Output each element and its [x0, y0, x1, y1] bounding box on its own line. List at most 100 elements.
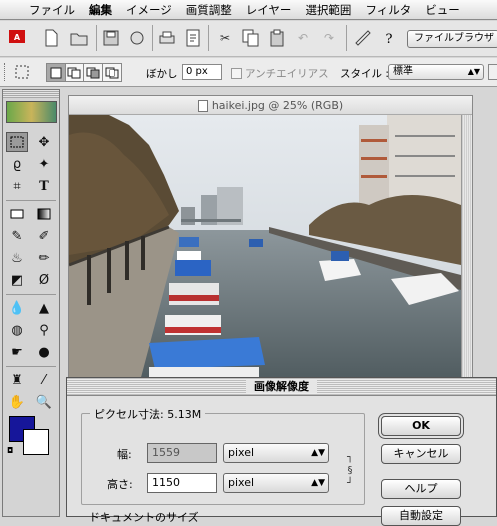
auto-button[interactable]: 自動設定: [381, 506, 461, 526]
feather-label: ぼかし :: [146, 68, 185, 80]
antialias-checkbox[interactable]: アンチエイリアス: [231, 66, 329, 81]
pencil-tool-icon[interactable]: ✏: [33, 248, 55, 268]
paint-bucket-tool-icon[interactable]: ♨: [6, 248, 28, 268]
type-tool-icon[interactable]: T: [33, 176, 55, 196]
zoom-tool-icon[interactable]: 🔍: [33, 392, 55, 412]
height-unit-value: pixel: [228, 476, 255, 489]
chevron-updown-icon: ▲▼: [311, 478, 325, 488]
adobe-online-icon[interactable]: [6, 101, 57, 123]
help-button[interactable]: ヘルプ: [381, 479, 461, 499]
file-browser-tab[interactable]: ファイルブラウザ: [407, 30, 497, 48]
crop-tool-icon[interactable]: ⌗: [6, 176, 28, 196]
sponge-tool-icon[interactable]: ◍: [6, 320, 28, 340]
image-canvas[interactable]: [69, 115, 461, 385]
antialias-label: アンチエイリアス: [245, 68, 329, 80]
gradient-tool-icon[interactable]: [33, 204, 55, 224]
redo-icon[interactable]: ↷: [318, 27, 340, 49]
document-file-icon: [197, 100, 208, 112]
dialog-titlebar[interactable]: 画像解像度: [67, 378, 496, 396]
magic-wand-tool-icon[interactable]: ✦: [33, 154, 55, 174]
eyedropper-tool-icon[interactable]: ✎: [6, 226, 28, 246]
move-tool-icon[interactable]: ✥: [33, 132, 55, 152]
subtract-selection-icon[interactable]: [84, 64, 103, 81]
blur-tool-icon[interactable]: 💧: [6, 298, 28, 318]
burn-tool-icon[interactable]: ●: [33, 342, 55, 362]
document-size-label: ドキュメントのサイズ: [89, 511, 199, 524]
image-size-dialog: 画像解像度 ピクセル寸法: 5.13M 幅: 1559 pixel ▲▼ 高さ:…: [66, 377, 497, 526]
height-field[interactable]: 1150: [147, 473, 217, 493]
svg-text:?: ?: [386, 32, 393, 47]
print-icon[interactable]: [156, 27, 178, 49]
default-colors-icon[interactable]: ◘: [7, 446, 13, 455]
chevron-updown-icon: ▲▼: [311, 448, 325, 458]
options-grip[interactable]: [4, 63, 6, 81]
menu-adjust[interactable]: 画質調整: [179, 2, 239, 18]
clone-stamp-tool-icon[interactable]: ⚲: [33, 320, 55, 340]
pixel-dimensions-label: ピクセル寸法: 5.13M: [90, 406, 206, 422]
menu-image[interactable]: イメージ: [119, 2, 179, 18]
toolbox: ✥ ϱ ✦ ⌗ T ✎ ✐ ♨ ✏ ◩ Ø 💧 ▲ ◍ ⚲ ☛ ● ♜ ⁄ ✋ …: [2, 89, 60, 517]
new-selection-icon[interactable]: [47, 64, 66, 81]
history-brush-tool-icon[interactable]: Ø: [33, 270, 55, 290]
ok-button[interactable]: OK: [381, 416, 461, 436]
notes-eyedropper-tool-icon[interactable]: ⁄: [33, 370, 55, 390]
document-window: haikei.jpg @ 25% (RGB): [68, 95, 473, 385]
constrain-link-icon: ┐ § ┘: [346, 452, 354, 489]
menu-file[interactable]: ファイル: [22, 2, 82, 18]
dialog-title: 画像解像度: [246, 380, 317, 393]
eraser-tool-icon[interactable]: ◩: [6, 270, 28, 290]
smudge-tool-icon[interactable]: ☛: [6, 342, 28, 362]
ruler-icon[interactable]: [352, 27, 374, 49]
cancel-button[interactable]: キャンセル: [381, 444, 461, 464]
intersect-selection-icon[interactable]: [103, 64, 121, 81]
palette-well-edge: [488, 64, 497, 80]
width-label: 幅:: [117, 448, 132, 461]
style-label: スタイル :: [340, 68, 389, 80]
height-label: 高さ:: [107, 478, 133, 491]
document-titlebar[interactable]: haikei.jpg @ 25% (RGB): [69, 96, 472, 115]
canal-photo: [69, 115, 461, 385]
brush-tool-icon[interactable]: ✐: [33, 226, 55, 246]
vertical-scrollbar[interactable]: [461, 115, 472, 385]
rectangular-marquee-tool-icon[interactable]: [6, 132, 28, 152]
style-select[interactable]: 標準 ▲▼: [388, 64, 484, 80]
undo-icon[interactable]: ↶: [292, 27, 314, 49]
open-folder-icon[interactable]: [68, 27, 90, 49]
paste-icon[interactable]: [266, 27, 288, 49]
width-unit-value: pixel: [228, 446, 255, 459]
marquee-preset-icon[interactable]: [14, 64, 30, 83]
feather-input[interactable]: 0 px: [182, 64, 222, 80]
height-unit-select[interactable]: pixel ▲▼: [223, 473, 329, 493]
width-field[interactable]: 1559: [147, 443, 217, 463]
page-setup-icon[interactable]: [182, 27, 204, 49]
rectangle-shape-tool-icon[interactable]: [6, 204, 28, 224]
save-icon[interactable]: [100, 27, 122, 49]
menu-filter[interactable]: フィルタ: [358, 2, 418, 18]
cut-icon[interactable]: ✂: [214, 27, 236, 49]
lasso-tool-icon[interactable]: ϱ: [6, 154, 28, 174]
menu-select[interactable]: 選択範囲: [298, 2, 358, 18]
main-toolbar: A ✂ ↶ ↷ ? ファイルブラウザ: [0, 21, 497, 57]
adobe-logo-icon[interactable]: A: [6, 27, 28, 49]
new-document-icon[interactable]: [40, 27, 62, 49]
help-icon[interactable]: ?: [378, 27, 400, 49]
background-color-swatch[interactable]: [23, 429, 49, 455]
menu-bar: ファイル 編集 イメージ 画質調整 レイヤー 選択範囲 フィルタ ビュー: [0, 0, 497, 20]
chevron-updown-icon: ▲▼: [467, 67, 480, 76]
pen-tool-icon[interactable]: ♜: [6, 370, 28, 390]
add-selection-icon[interactable]: [66, 64, 84, 81]
style-select-value: 標準: [393, 66, 413, 77]
toolbox-grip[interactable]: [3, 90, 59, 98]
width-unit-select[interactable]: pixel ▲▼: [223, 443, 329, 463]
copy-icon[interactable]: [240, 27, 262, 49]
selection-mode-group: [46, 63, 122, 82]
menu-view[interactable]: ビュー: [418, 2, 467, 18]
svg-text:A: A: [14, 33, 21, 42]
sharpen-tool-icon[interactable]: ▲: [33, 298, 55, 318]
menu-layer[interactable]: レイヤー: [239, 2, 299, 18]
menu-edit[interactable]: 編集: [82, 2, 119, 18]
document-title: haikei.jpg @ 25% (RGB): [211, 99, 344, 112]
save-for-web-icon[interactable]: [126, 27, 148, 49]
hand-tool-icon[interactable]: ✋: [6, 392, 28, 412]
antialias-checkbox-box[interactable]: [231, 68, 242, 79]
